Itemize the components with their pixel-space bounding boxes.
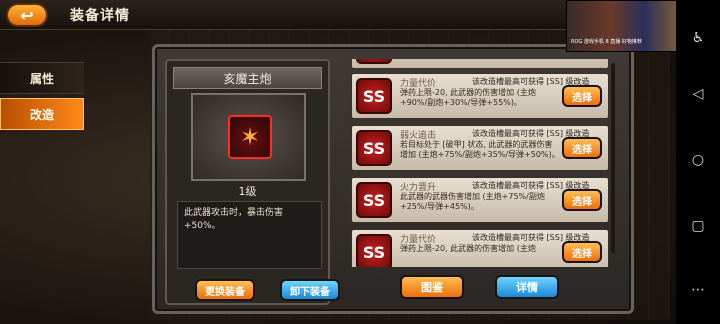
mod-list[interactable]: SS 选择 SS 力量代价 该改造槽最高可获得 [SS] 级改造 弹药上限-20… xyxy=(351,59,613,267)
equipment-panel: 亥魔主炮 ✶ 1级 此武器攻击时，暴击伤害+50%。 更换装备 卸下装备 SS … xyxy=(152,44,634,314)
mod-row: SS 力量代价 该改造槽最高可获得 [SS] 级改造 弹药上限-20, 此武器的… xyxy=(351,73,609,119)
accessibility-icon[interactable]: ♿ xyxy=(688,28,708,48)
ss-grade-icon: SS xyxy=(356,234,392,267)
recents-square-icon[interactable]: ▢ xyxy=(688,216,708,236)
overlay-caption: ROG 游戏手机 8 直播·好物推荐 xyxy=(571,39,642,45)
cannon-icon: ✶ xyxy=(228,115,272,159)
mod-description: 此武器的武器伤害增加 (主炮+75%/副炮+25%/导弹+45%)。 xyxy=(400,192,545,211)
detail-button[interactable]: 详情 xyxy=(495,275,559,299)
mod-list-scrollbar[interactable] xyxy=(611,63,615,253)
ss-grade-icon: SS xyxy=(356,130,392,166)
more-icon[interactable]: ⋯ xyxy=(688,280,708,300)
back-button[interactable]: ↩ xyxy=(6,3,48,27)
mod-row: SS 选择 xyxy=(351,59,609,69)
select-button[interactable]: 选择 xyxy=(562,85,602,107)
weapon-level: 1级 xyxy=(238,185,257,198)
back-triangle-icon[interactable]: ◁ xyxy=(688,84,708,104)
weapon-name: 亥魔主炮 xyxy=(173,67,322,89)
mod-row: SS 弱火追击 该改造槽最高可获得 [SS] 级改造 若目标处于 [破甲] 状态… xyxy=(351,125,609,171)
tab-modify[interactable]: 改造 xyxy=(0,98,84,130)
select-button[interactable]: 选择 xyxy=(562,189,602,211)
mod-row: SS 火力晋升 该改造槽最高可获得 [SS] 级改造 此武器的武器伤害增加 (主… xyxy=(351,177,609,223)
ss-grade-icon: SS xyxy=(356,78,392,114)
atlas-button[interactable]: 图鉴 xyxy=(400,275,464,299)
mod-row: SS 力量代价 该改造槽最高可获得 [SS] 级改造 弹药上限-20, 此武器的… xyxy=(351,229,609,267)
ss-grade-icon: SS xyxy=(356,182,392,218)
select-button[interactable]: 选择 xyxy=(562,137,602,159)
ss-grade-icon: SS xyxy=(356,59,392,64)
tab-attributes[interactable]: 属性 xyxy=(0,62,84,94)
mod-description: 弹药上限-20, 此武器的伤害增加 (主炮+90%/副炮+30%/导弹+55%)… xyxy=(400,88,536,107)
weapon-image-frame: ✶ xyxy=(191,93,306,181)
weapon-description: 此武器攻击时，暴击伤害+50%。 xyxy=(177,201,322,269)
select-button[interactable]: 选择 xyxy=(562,241,602,263)
home-circle-icon[interactable]: ○ xyxy=(688,150,708,170)
mod-description: 弹药上限-20, 此武器的伤害增加 (主炮 xyxy=(400,244,536,253)
page-title: 装备详情 xyxy=(70,8,130,24)
mod-description: 若目标处于 [破甲] 状态, 此武器的武器伤害增加 (主炮+75%/副炮+35%… xyxy=(400,140,560,159)
change-equipment-button[interactable]: 更换装备 xyxy=(195,279,255,301)
system-nav-bar: ♿ ◁ ○ ▢ ⋯ xyxy=(676,0,720,324)
live-stream-overlay[interactable]: ROG 游戏手机 8 直播·好物推荐 xyxy=(566,0,678,52)
unequip-button[interactable]: 卸下装备 xyxy=(280,279,340,301)
weapon-card: 亥魔主炮 ✶ 1级 此武器攻击时，暴击伤害+50%。 更换装备 卸下装备 xyxy=(165,59,340,305)
